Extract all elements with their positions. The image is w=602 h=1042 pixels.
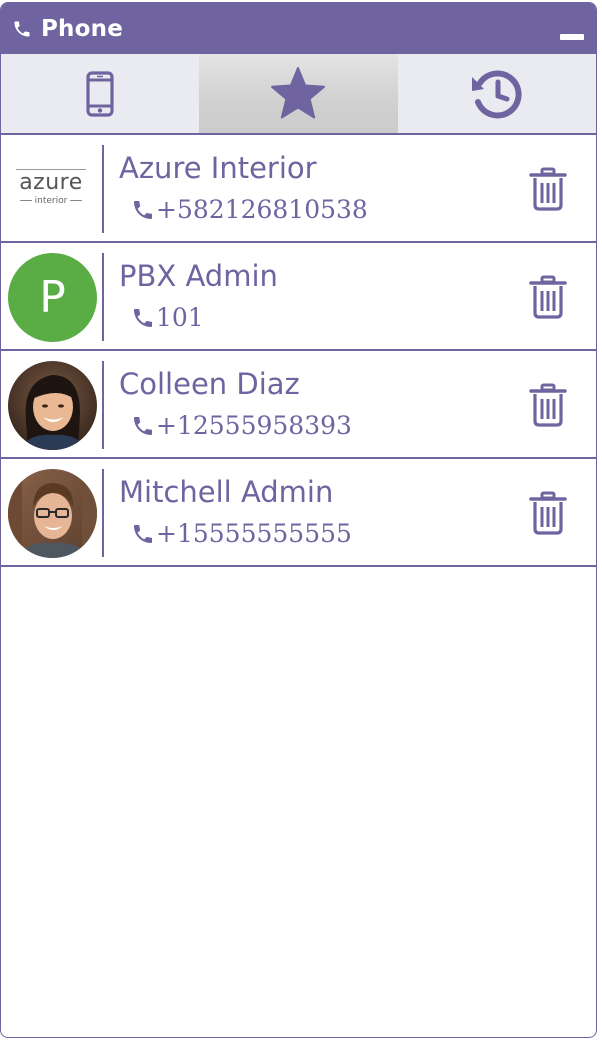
woman-photo	[8, 361, 97, 450]
avatar-letter: P	[39, 272, 66, 323]
phone-number: 101	[156, 303, 204, 332]
contact-name: PBX Admin	[119, 259, 278, 293]
trash-icon[interactable]	[528, 275, 568, 319]
contact-item[interactable]: azure interior Azure Interior +582126810…	[1, 135, 596, 243]
minimize-icon[interactable]	[560, 34, 584, 40]
page-title: Phone	[41, 15, 124, 42]
contact-phone[interactable]: +15555555555	[131, 519, 352, 548]
divider	[102, 361, 104, 449]
star-icon	[271, 66, 326, 118]
phone-icon	[134, 524, 152, 543]
trash-icon[interactable]	[528, 491, 568, 535]
contact-phone[interactable]: 101	[131, 303, 204, 332]
mobile-icon	[86, 70, 114, 117]
logo-subtext-label: interior	[34, 195, 68, 206]
contact-name: Mitchell Admin	[119, 475, 334, 509]
trash-icon[interactable]	[528, 167, 568, 211]
contact-name: Colleen Diaz	[119, 367, 300, 401]
phone-icon	[134, 308, 152, 327]
phone-number: +15555555555	[156, 519, 352, 548]
divider	[102, 253, 104, 341]
phone-icon	[134, 416, 152, 435]
contact-item[interactable]: P PBX Admin 101	[1, 243, 596, 351]
divider	[102, 145, 104, 233]
avatar: P	[8, 253, 97, 342]
contact-phone[interactable]: +582126810538	[131, 195, 368, 224]
tab-favorites[interactable]	[199, 54, 398, 133]
phone-icon	[12, 18, 34, 40]
tab-bar	[1, 54, 596, 135]
logo-subtext: interior	[17, 196, 86, 206]
avatar: azure interior	[11, 147, 91, 227]
history-icon	[471, 70, 522, 118]
tab-recent[interactable]	[398, 54, 596, 133]
phone-header[interactable]: Phone	[1, 3, 596, 54]
tab-contacts[interactable]	[1, 54, 199, 133]
phone-widget: Phone azure interior Azure Interior +582…	[0, 2, 597, 1038]
divider	[102, 469, 104, 557]
phone-number: +582126810538	[156, 195, 368, 224]
logo-text: azure	[19, 169, 83, 195]
phone-number: +12555958393	[156, 411, 352, 440]
contact-phone[interactable]: +12555958393	[131, 411, 352, 440]
contact-name: Azure Interior	[119, 151, 317, 185]
contact-list: azure interior Azure Interior +582126810…	[1, 135, 596, 567]
man-photo	[8, 469, 97, 558]
contact-item[interactable]: Colleen Diaz +12555958393	[1, 351, 596, 459]
trash-icon[interactable]	[528, 383, 568, 427]
phone-icon	[134, 200, 152, 219]
contact-item[interactable]: Mitchell Admin +15555555555	[1, 459, 596, 567]
